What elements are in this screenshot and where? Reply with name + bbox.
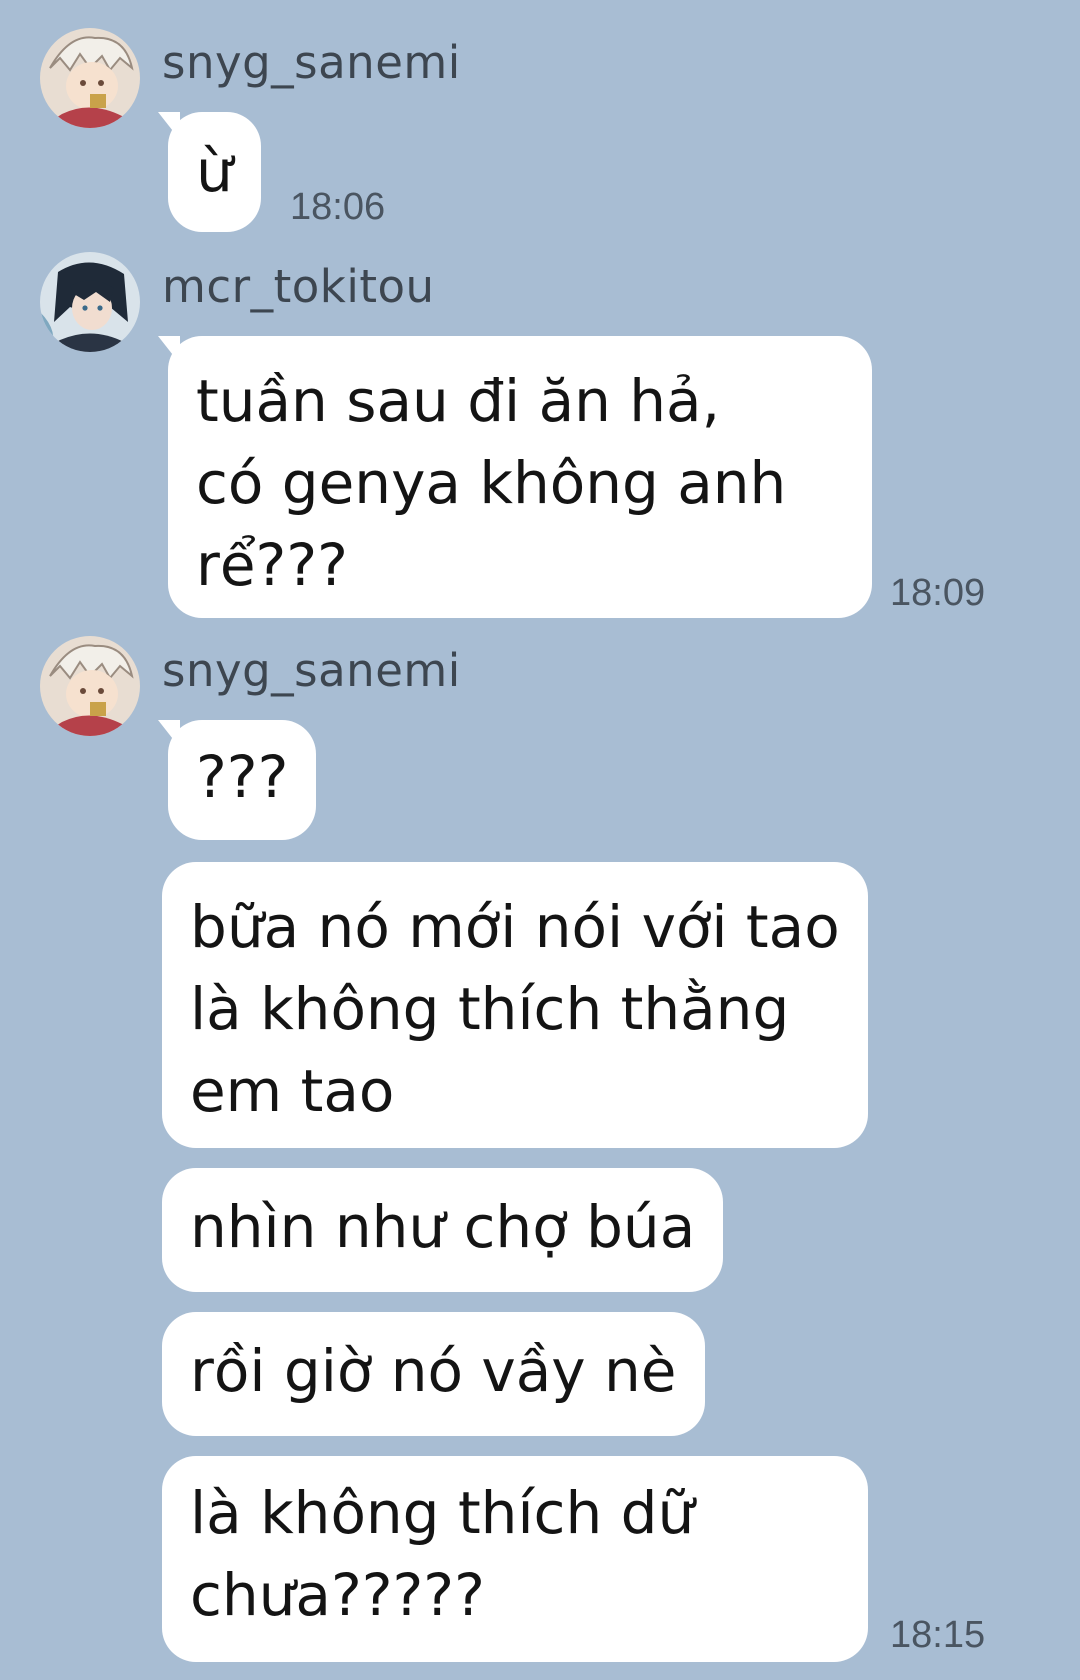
avatar-mcr-tokitou[interactable] (40, 252, 140, 352)
message-time: 18:09 (890, 572, 986, 614)
message-bubble[interactable]: bữa nó mới nói với tao là không thích th… (162, 862, 868, 1148)
message-bubble[interactable]: tuần sau đi ăn hả, có genya không anh rể… (158, 336, 872, 618)
sender-name: mcr_tokitou (162, 260, 435, 313)
message-time: 18:15 (890, 1614, 986, 1656)
message-bubble[interactable]: ừ (158, 112, 261, 232)
message-bubble[interactable]: ??? (157, 720, 317, 840)
chat-thread[interactable]: snyg_sanemi ừ 18:06 mcr_tokitou tuần sau… (0, 0, 1080, 1680)
message-bubble[interactable]: là không thích dữ chưa????? (162, 1456, 868, 1662)
sender-name: snyg_sanemi (162, 36, 461, 89)
avatar-snyg-sanemi[interactable] (40, 636, 140, 736)
avatar-snyg-sanemi[interactable] (40, 28, 140, 128)
message-time: 18:06 (290, 186, 386, 228)
sender-name: snyg_sanemi (162, 644, 461, 697)
message-bubble[interactable]: rồi giờ nó vầy nè (162, 1312, 705, 1436)
message-bubble[interactable]: nhìn như chợ búa (162, 1168, 724, 1292)
